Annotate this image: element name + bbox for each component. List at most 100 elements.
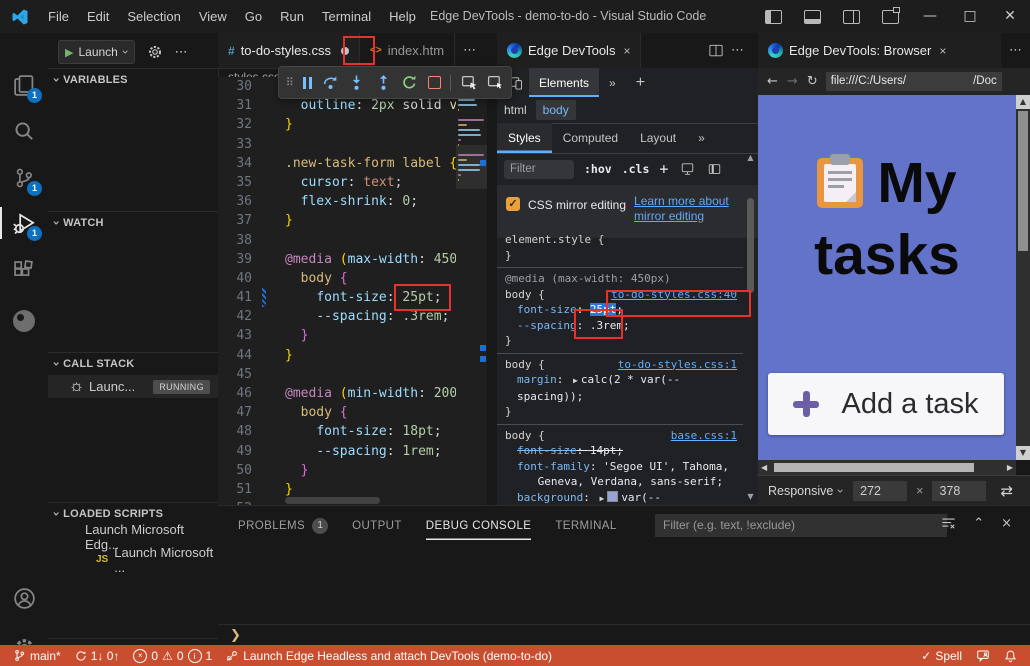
panel-tab-terminal[interactable]: TERMINAL <box>555 512 616 540</box>
code-line[interactable]: 31 outline: 2px solid var(- <box>218 96 456 115</box>
menu-item-help[interactable]: Help <box>380 0 425 33</box>
editor-more-actions-icon[interactable]: ⋯ <box>723 33 752 68</box>
stylesheet-link[interactable]: to-do-styles.css:40 <box>611 287 737 303</box>
more-actions-icon[interactable]: ⋯ <box>175 45 188 60</box>
sync-status-item[interactable]: 1↓ 0↑ <box>68 645 127 666</box>
scroll-up-icon[interactable]: ▲ <box>1016 95 1030 109</box>
class-toggle-button[interactable]: .cls <box>622 162 650 176</box>
crumb-html[interactable]: html <box>497 100 534 120</box>
scroll-down-icon[interactable]: ▼ <box>1016 446 1030 460</box>
code-line[interactable]: 34.new-task-form label { <box>218 154 456 173</box>
preview-horizontal-scrollbar[interactable]: ◀ ▶ <box>758 460 1016 475</box>
notifications-status-item[interactable] <box>997 645 1024 666</box>
style-property[interactable]: font-size: 14pt; <box>505 443 735 459</box>
step-into-icon[interactable] <box>348 74 365 91</box>
inspect-page-icon[interactable] <box>461 74 478 91</box>
drag-grip-icon[interactable]: ⠿ <box>286 76 294 89</box>
scroll-right-icon[interactable]: ▶ <box>1007 463 1013 472</box>
scroll-down-icon[interactable]: ▼ <box>745 492 756 501</box>
new-style-rule-icon[interactable]: + <box>659 160 668 178</box>
account-icon[interactable] <box>0 578 48 618</box>
tab-index-htm[interactable]: <> index.htm <box>360 33 455 68</box>
style-property[interactable]: font-size: 25pt; <box>505 302 735 318</box>
code-line[interactable]: 40 body { <box>218 269 456 288</box>
panel-overflow-icon[interactable]: » <box>599 68 626 97</box>
code-line[interactable]: 48 font-size: 18pt; <box>218 422 456 441</box>
device-mode-select[interactable]: Responsive <box>768 484 833 498</box>
panel-tab-debug-console[interactable]: DEBUG CONSOLE <box>426 512 532 540</box>
maximize-panel-icon[interactable]: ⌃ <box>973 516 984 531</box>
split-editor-icon[interactable] <box>709 44 723 57</box>
stylesheet-link[interactable]: base.css:1 <box>671 428 737 444</box>
toggle-sidebar-icon[interactable] <box>765 10 782 24</box>
minimize-button[interactable]: — <box>910 0 950 33</box>
style-property[interactable]: Geneva, Verdana, sans-serif; <box>505 474 735 490</box>
computed-styles-icon[interactable] <box>680 162 695 176</box>
debug-status-item[interactable]: Launch Edge Headless and attach DevTools… <box>219 645 559 666</box>
source-control-icon[interactable]: 1 <box>0 158 48 198</box>
code-line[interactable]: 49 --spacing: 1rem; <box>218 442 456 461</box>
code-line[interactable]: 39@media (max-width: 450px) { <box>218 250 456 269</box>
pseudo-state-button[interactable]: :hov <box>584 162 612 176</box>
add-task-button[interactable]: Add a task <box>768 373 1004 435</box>
tab-layout[interactable]: Layout <box>629 123 687 153</box>
code-line[interactable]: 37} <box>218 211 456 230</box>
code-line[interactable]: 35 cursor: text; <box>218 173 456 192</box>
code-line[interactable]: 42 --spacing: .3rem; <box>218 307 456 326</box>
style-property[interactable]: margin: ▶calc(2 * var(--spacing)); <box>505 372 735 404</box>
pause-icon[interactable] <box>303 77 312 89</box>
code-line[interactable]: 45 <box>218 365 456 384</box>
code-line[interactable]: 33 <box>218 135 456 154</box>
branch-status-item[interactable]: main* <box>6 645 68 666</box>
launch-button[interactable]: ▶ Launch › <box>58 40 135 64</box>
menu-item-go[interactable]: Go <box>236 0 271 33</box>
extensions-icon[interactable] <box>0 251 48 291</box>
feedback-status-item[interactable] <box>969 645 997 666</box>
spell-status-item[interactable]: ✓ Spell <box>914 645 969 666</box>
tab-to-do-styles-css[interactable]: # to-do-styles.css <box>218 33 360 68</box>
menu-item-edit[interactable]: Edit <box>78 0 118 33</box>
styles-overflow-icon[interactable]: » <box>687 123 716 153</box>
debug-console-input[interactable]: ❯ <box>218 624 1030 646</box>
tab-edge-devtools[interactable]: Edge DevTools × <box>497 33 641 68</box>
style-property[interactable]: font-family: 'Segoe UI', Tahoma, <box>505 459 735 475</box>
run-debug-icon[interactable]: 1 <box>0 203 48 243</box>
screencast-icon[interactable] <box>487 74 504 91</box>
toggle-secondary-sidebar-icon[interactable] <box>843 10 860 24</box>
viewport-width-input[interactable]: 272 <box>853 481 907 501</box>
code-line[interactable]: 32} <box>218 115 456 134</box>
unsaved-dot-icon[interactable] <box>341 47 349 55</box>
console-filter-input[interactable]: Filter (e.g. text, !exclude) <box>655 514 947 537</box>
scrollbar-thumb[interactable] <box>774 463 974 472</box>
style-rule[interactable]: element.style {} <box>497 229 743 268</box>
scrollbar-thumb[interactable] <box>1018 111 1028 251</box>
minimap[interactable] <box>456 68 487 505</box>
close-panel-icon[interactable]: × <box>1001 516 1012 531</box>
style-rule[interactable]: @media (max-width: 450px)body {to-do-sty… <box>497 268 743 354</box>
call-stack-item[interactable]: Launc... RUNNING <box>48 375 218 398</box>
minimap-slider[interactable] <box>456 145 487 189</box>
tab-edge-devtools-browser[interactable]: Edge DevTools: Browser × <box>758 33 1001 68</box>
debug-gear-icon[interactable] <box>147 44 163 60</box>
stylesheet-link[interactable]: to-do-styles.css:1 <box>618 357 737 373</box>
code-line[interactable]: 50 } <box>218 461 456 480</box>
mirror-editing-link[interactable]: Learn more about mirror editing <box>634 194 744 224</box>
clear-console-icon[interactable] <box>941 516 956 530</box>
style-rule[interactable]: body {to-do-styles.css:1margin: ▶calc(2 … <box>497 354 743 425</box>
scrollbar-thumb[interactable] <box>747 198 754 293</box>
tab-elements[interactable]: Elements <box>529 68 599 97</box>
code-line[interactable]: 43 } <box>218 326 456 345</box>
customize-layout-icon[interactable] <box>882 10 899 24</box>
menu-item-file[interactable]: File <box>39 0 78 33</box>
scroll-up-icon[interactable]: ▲ <box>745 153 756 162</box>
code-line[interactable]: 41 font-size: 25pt; <box>218 288 456 307</box>
search-icon[interactable] <box>0 111 48 151</box>
panel-tab-problems[interactable]: PROBLEMS1 <box>238 512 328 540</box>
close-tab-icon[interactable]: × <box>623 44 630 58</box>
toggle-panel-icon[interactable] <box>804 10 821 24</box>
url-bar[interactable]: file:///C:/Users/ /Doc <box>826 72 1002 91</box>
edge-devtools-icon[interactable] <box>0 301 48 341</box>
tab-computed[interactable]: Computed <box>552 123 629 153</box>
watch-header[interactable]: ›WATCH <box>48 212 218 234</box>
preview-vertical-scrollbar[interactable]: ▲ ▼ <box>1016 95 1030 460</box>
